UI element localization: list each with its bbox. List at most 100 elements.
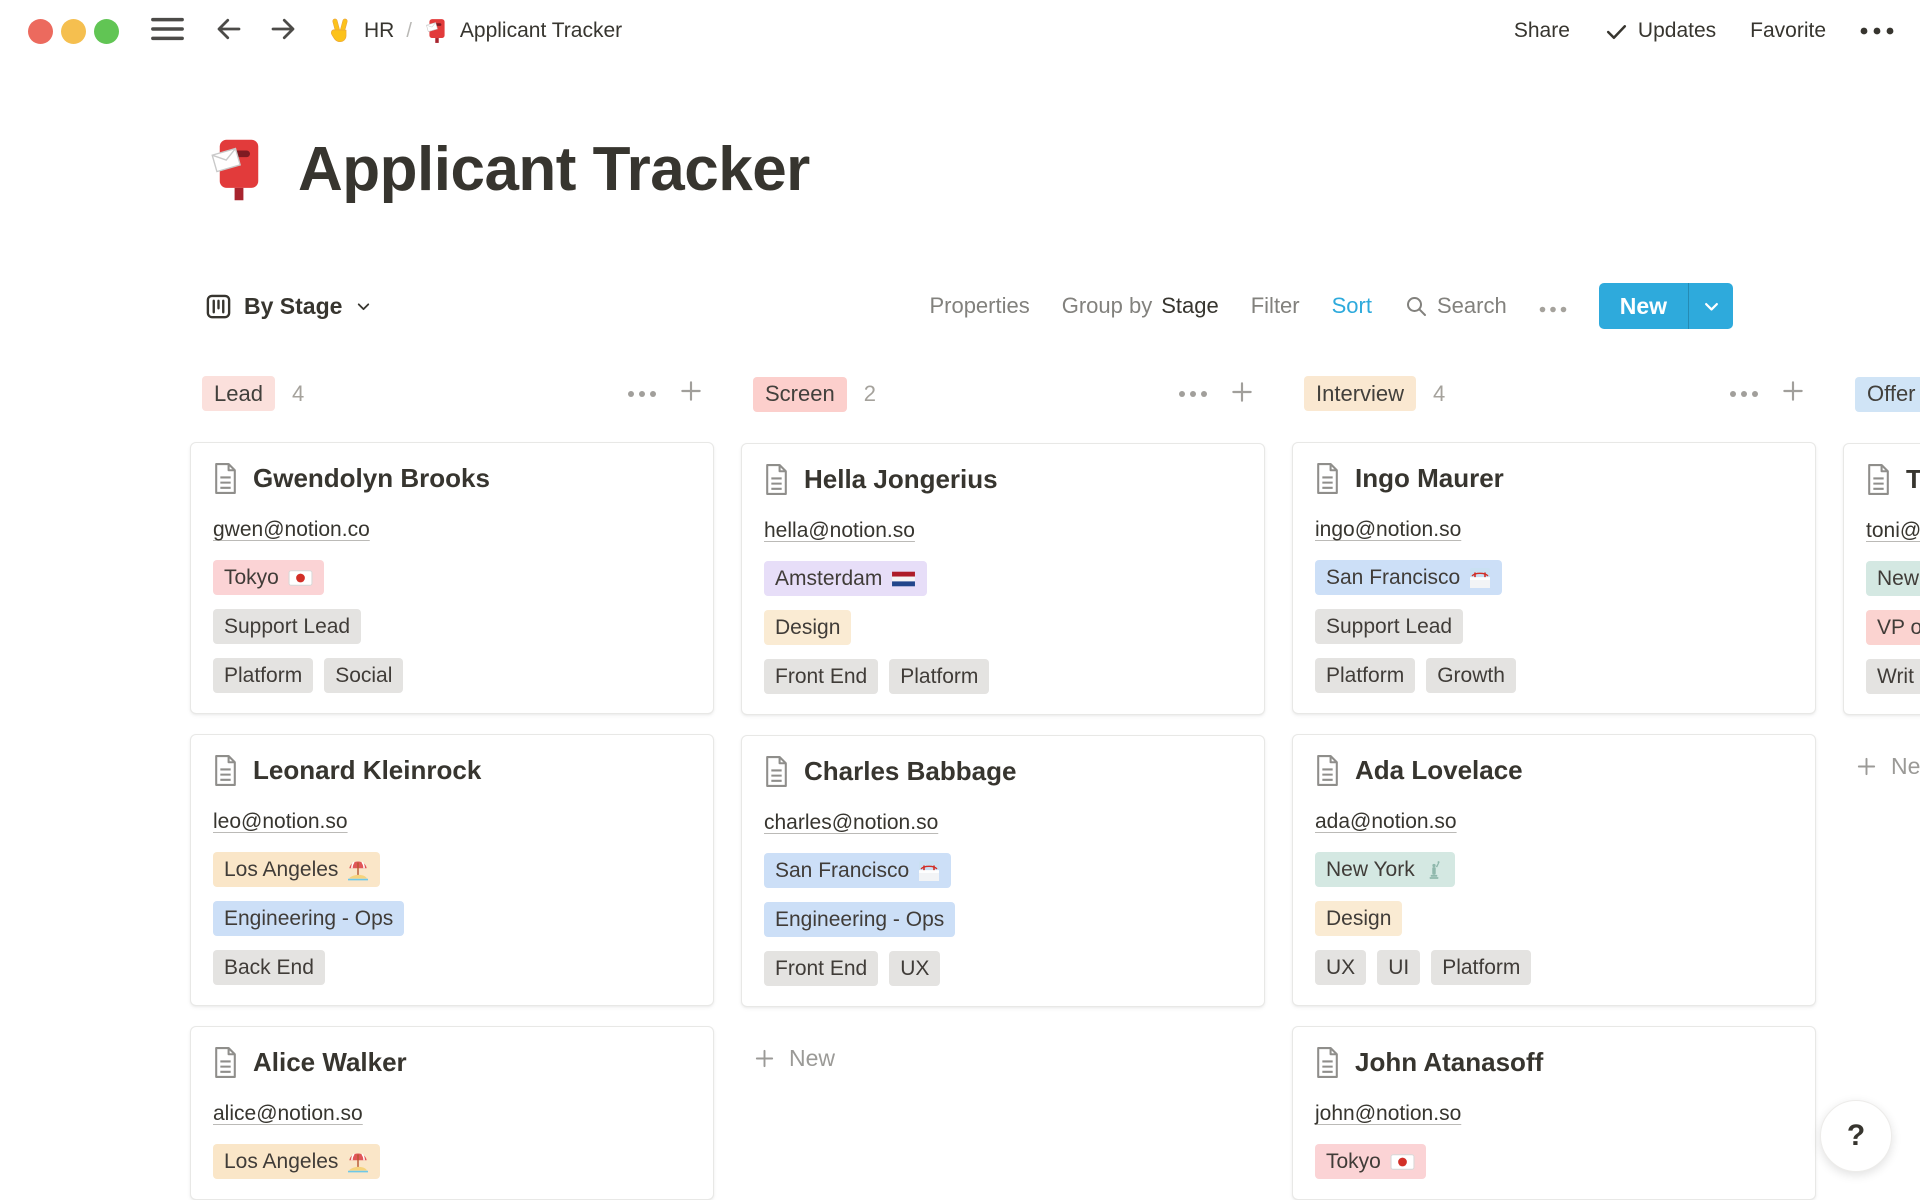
- plus-icon: [1229, 379, 1255, 405]
- column-add-card-button[interactable]: [1780, 378, 1806, 409]
- applicant-card[interactable]: Leonard Kleinrock leo@notion.so Los Angele…: [190, 734, 714, 1006]
- applicant-card[interactable]: John Atanasoffjohn@notion.soTokyo: [1292, 1026, 1816, 1200]
- tag-label: Engineering - Ops: [775, 908, 944, 932]
- group-by-button[interactable]: Group by Stage: [1062, 293, 1219, 319]
- page-doc-icon: [213, 1047, 238, 1078]
- board-column-offer: Offer Ttoni@NewVP oWrit New: [1843, 376, 1920, 1200]
- plus-small-icon: [753, 1047, 776, 1070]
- share-button[interactable]: Share: [1514, 19, 1570, 43]
- card-email-link[interactable]: gwen@notion.co: [213, 518, 370, 542]
- card-email-link[interactable]: hella@notion.so: [764, 519, 915, 543]
- card-tag-row: Amsterdam: [764, 561, 1242, 596]
- column-add-card-button[interactable]: [1229, 379, 1255, 410]
- page-postbox-icon[interactable]: [206, 134, 272, 206]
- forward-button[interactable]: [268, 14, 298, 49]
- sidebar-toggle-button[interactable]: [151, 17, 184, 46]
- tag-tokyo: Tokyo: [213, 560, 324, 595]
- jp-flag-icon: [1390, 1152, 1415, 1172]
- page-title[interactable]: Applicant Tracker: [298, 134, 810, 205]
- applicant-card[interactable]: Gwendolyn Brooksgwen@notion.coTokyoSuppo…: [190, 442, 714, 714]
- card-email-link[interactable]: ingo@notion.so: [1315, 518, 1461, 542]
- filter-button[interactable]: Filter: [1251, 293, 1300, 319]
- card-tag-row: Tokyo: [213, 560, 691, 595]
- tag-label: Los Angeles: [224, 1150, 338, 1174]
- topbar-more-button[interactable]: [1860, 27, 1894, 35]
- column-stage-chip[interactable]: Interview: [1304, 376, 1416, 411]
- page-doc-icon: [213, 463, 238, 494]
- board-column-screen: Screen2Hella Jongeriushella@notion.soAms…: [741, 376, 1265, 1200]
- breadcrumb-separator: /: [406, 20, 412, 43]
- card-title-row: Leonard Kleinrock: [213, 755, 691, 786]
- column-cards: Ttoni@NewVP oWrit: [1843, 443, 1920, 715]
- column-more-button[interactable]: [1729, 385, 1759, 403]
- column-stage-chip[interactable]: Screen: [753, 377, 847, 412]
- check-icon: [1604, 19, 1629, 44]
- applicant-card[interactable]: Ttoni@NewVP oWrit: [1843, 443, 1920, 715]
- more-icon: [627, 390, 657, 398]
- zoom-window-button[interactable]: [94, 19, 119, 44]
- card-title-row: Gwendolyn Brooks: [213, 463, 691, 494]
- view-switcher[interactable]: By Stage: [206, 293, 372, 320]
- applicant-card[interactable]: Hella Jongeriushella@notion.soAmsterdamD…: [741, 443, 1265, 715]
- tag-platform: Platform: [213, 658, 313, 693]
- card-tag-row: Los Angeles: [213, 1144, 691, 1179]
- column-cards: Ingo Maureringo@notion.soSan FranciscoSu…: [1292, 442, 1816, 1200]
- card-title: John Atanasoff: [1355, 1047, 1543, 1078]
- updates-button[interactable]: Updates: [1604, 19, 1716, 44]
- tag-label: Design: [775, 616, 840, 640]
- card-email-link[interactable]: john@notion.so: [1315, 1102, 1461, 1126]
- applicant-card[interactable]: Ingo Maureringo@notion.soSan FranciscoSu…: [1292, 442, 1816, 714]
- card-email-link[interactable]: ada@notion.so: [1315, 810, 1457, 834]
- card-tag-row: San Francisco: [1315, 560, 1793, 595]
- card-tag-row: PlatformSocial: [213, 658, 691, 693]
- nl-flag-icon: [891, 569, 916, 589]
- card-tag-row: Front EndPlatform: [764, 659, 1242, 694]
- column-new-card-button[interactable]: New: [1843, 753, 1920, 780]
- applicant-card[interactable]: Alice Walkeralice@notion.soLos Angeles: [190, 1026, 714, 1200]
- card-email-link[interactable]: leo@notion.so: [213, 810, 348, 834]
- card-email-link[interactable]: toni@: [1866, 519, 1920, 543]
- column-new-card-button[interactable]: New: [741, 1045, 1265, 1072]
- column-cards: Gwendolyn Brooksgwen@notion.coTokyoSuppo…: [190, 442, 714, 1200]
- more-icon: [1178, 390, 1208, 398]
- properties-button[interactable]: Properties: [929, 293, 1029, 319]
- tag-front-end: Front End: [764, 659, 878, 694]
- board-column-lead: Lead4Gwendolyn Brooksgwen@notion.coTokyo…: [190, 376, 714, 1200]
- tag-label: UI: [1388, 956, 1409, 980]
- breadcrumb-workspace[interactable]: HR: [326, 17, 394, 45]
- column-stage-chip[interactable]: Offer: [1855, 377, 1920, 412]
- card-email-link[interactable]: alice@notion.so: [213, 1102, 363, 1126]
- column-more-button[interactable]: [627, 385, 657, 403]
- applicant-card[interactable]: Ada Lovelaceada@notion.soNew YorkDesignU…: [1292, 734, 1816, 1006]
- tag-label: Front End: [775, 665, 867, 689]
- sort-button[interactable]: Sort: [1332, 293, 1372, 319]
- column-stage-chip[interactable]: Lead: [202, 376, 275, 411]
- tag-label: UX: [1326, 956, 1355, 980]
- tag-platform: Platform: [1315, 658, 1415, 693]
- card-title-row: Charles Babbage: [764, 756, 1242, 787]
- toolbar-more-button[interactable]: [1539, 293, 1567, 319]
- search-icon: [1404, 294, 1428, 318]
- card-title: Charles Babbage: [804, 756, 1016, 787]
- new-record-button[interactable]: New: [1599, 283, 1688, 329]
- column-actions: [1178, 379, 1255, 410]
- new-record-dropdown-button[interactable]: [1689, 283, 1733, 329]
- back-button[interactable]: [214, 14, 244, 49]
- card-tag-row: New York: [1315, 852, 1793, 887]
- search-button[interactable]: Search: [1404, 293, 1507, 319]
- breadcrumb-page-label: Applicant Tracker: [460, 19, 622, 43]
- card-tag-row: Engineering - Ops: [764, 902, 1242, 937]
- minimize-window-button[interactable]: [61, 19, 86, 44]
- column-add-card-button[interactable]: [678, 378, 704, 409]
- help-button[interactable]: ?: [1820, 1100, 1892, 1172]
- breadcrumb-page[interactable]: Applicant Tracker: [424, 17, 622, 45]
- tag-los-angeles: Los Angeles: [213, 852, 380, 887]
- favorite-button[interactable]: Favorite: [1750, 19, 1826, 43]
- card-title-row: Ada Lovelace: [1315, 755, 1793, 786]
- card-email-link[interactable]: charles@notion.so: [764, 811, 938, 835]
- column-more-button[interactable]: [1178, 385, 1208, 403]
- applicant-card[interactable]: Charles Babbagecharles@notion.soSan Fran…: [741, 735, 1265, 1007]
- close-window-button[interactable]: [28, 19, 53, 44]
- tag-san-francisco: San Francisco: [1315, 560, 1502, 595]
- tag-design: Design: [764, 610, 851, 645]
